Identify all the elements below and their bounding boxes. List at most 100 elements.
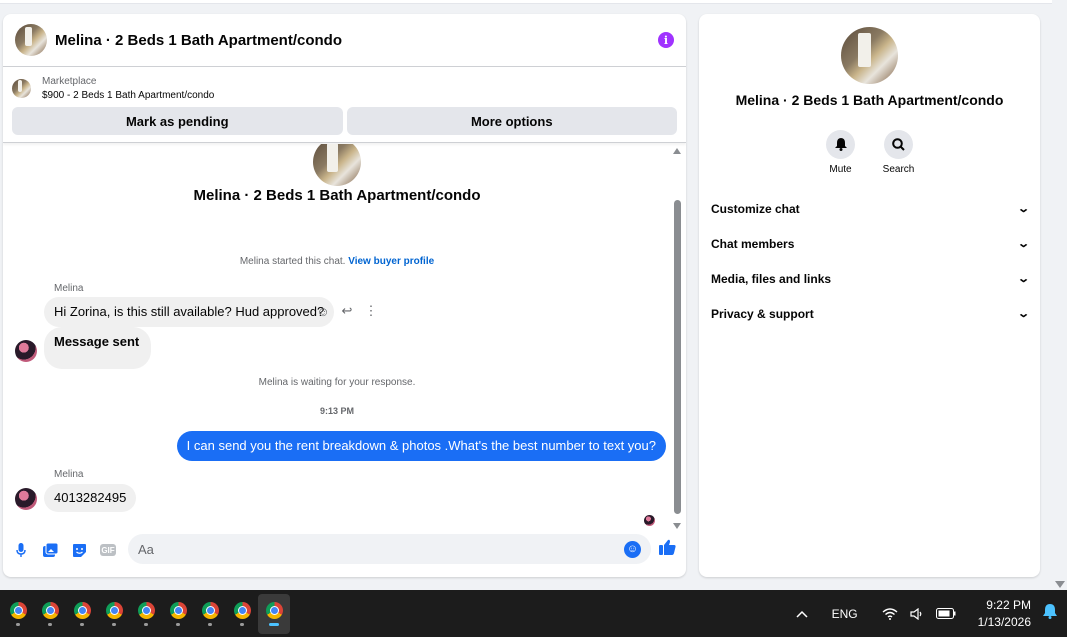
clock-time: 9:22 PM <box>986 598 1031 613</box>
waiting-notice: Melina is waiting for your response. <box>258 377 416 388</box>
chevron-down-icon: ⌄ <box>1016 273 1030 285</box>
marketplace-label: Marketplace <box>42 75 97 87</box>
running-indicator <box>48 622 52 626</box>
melina-avatar[interactable] <box>15 340 37 362</box>
search-icon[interactable] <box>884 130 913 159</box>
photo-icon[interactable] <box>42 542 58 558</box>
chrome-icon <box>41 601 59 619</box>
section-label: Privacy & support <box>711 306 814 321</box>
section-media-files-links[interactable]: Media, files and links ⌄ <box>699 261 1040 296</box>
taskbar: ENG 9:22 PM 1/13/2026 <box>0 590 1067 637</box>
chrome-icon <box>9 601 27 619</box>
taskbar-app-chrome[interactable] <box>258 593 290 634</box>
running-indicator <box>208 622 212 626</box>
intro-name: Melina · 2 Beds 1 Bath Apartment/condo <box>193 187 481 204</box>
sticker-icon[interactable] <box>71 542 87 558</box>
clock-date: 1/13/2026 <box>977 614 1031 629</box>
chat-scrollbar[interactable] <box>672 148 682 533</box>
thumbs-up-icon[interactable] <box>659 539 676 560</box>
chat-info-panel: Melina · 2 Beds 1 Bath Apartment/condo M… <box>699 14 1040 577</box>
incoming-message-bubble[interactable]: 4013282495 <box>44 484 137 512</box>
message-input-wrapper[interactable]: ☺ <box>128 534 651 564</box>
listing-avatar[interactable] <box>15 24 47 56</box>
more-icon[interactable]: ⋮ <box>364 303 378 318</box>
chrome-icon <box>201 601 219 619</box>
melina-avatar[interactable] <box>15 488 37 510</box>
marketplace-listing-text[interactable]: $900 - 2 Beds 1 Bath Apartment/condo <box>42 90 214 101</box>
chat-started-notice: Melina started this chat. View buyer pro… <box>3 256 671 267</box>
intro-avatar <box>313 144 361 186</box>
running-indicator <box>80 622 84 626</box>
message-thread[interactable]: Melina · 2 Beds 1 Bath Apartment/condo M… <box>3 144 686 537</box>
battery-icon[interactable] <box>935 608 956 619</box>
wifi-icon[interactable] <box>882 607 898 620</box>
taskbar-app-chrome[interactable] <box>194 594 226 634</box>
incoming-message-bubble[interactable]: Hi Zorina, is this still available? Hud … <box>44 297 335 327</box>
chat-header: Melina · 2 Beds 1 Bath Apartment/condo i <box>3 14 686 67</box>
outgoing-message-bubble[interactable]: I can send you the rent breakdown & phot… <box>176 431 666 461</box>
top-edge <box>0 0 1052 4</box>
microphone-icon[interactable] <box>13 542 29 558</box>
chevron-down-icon: ⌄ <box>1016 308 1030 320</box>
taskbar-app-chrome[interactable] <box>162 594 194 634</box>
info-icon[interactable]: i <box>658 32 674 48</box>
page-scrollbar[interactable] <box>1052 0 1067 590</box>
search-action[interactable]: Search <box>882 130 915 175</box>
message-composer: GIF ☺ <box>3 523 686 577</box>
chat-title[interactable]: Melina · 2 Beds 1 Bath Apartment/condo <box>55 32 658 49</box>
scroll-thumb[interactable] <box>674 200 681 514</box>
chevron-up-icon[interactable] <box>796 610 808 618</box>
bell-icon[interactable] <box>826 130 855 159</box>
info-sections: Customize chat ⌄ Chat members ⌄ Media, fil… <box>699 191 1040 331</box>
chrome-icon <box>169 601 187 619</box>
section-customize-chat[interactable]: Customize chat ⌄ <box>699 191 1040 226</box>
chat-panel: Melina · 2 Beds 1 Bath Apartment/condo i… <box>3 14 686 577</box>
chevron-down-icon: ⌄ <box>1016 203 1030 215</box>
incoming-message-bubble[interactable]: Message sent <box>44 327 152 369</box>
sender-name: Melina <box>54 469 84 480</box>
taskbar-app-chrome[interactable] <box>2 594 34 634</box>
gif-icon[interactable]: GIF <box>100 544 116 556</box>
notification-bell-icon[interactable] <box>1043 604 1057 623</box>
taskbar-app-chrome[interactable] <box>66 594 98 634</box>
emoji-icon[interactable]: ☺ <box>624 540 641 558</box>
running-indicator <box>144 622 148 626</box>
chrome-icon <box>265 601 283 619</box>
react-icon[interactable]: ☺ <box>316 304 330 319</box>
taskbar-apps <box>0 593 290 634</box>
mark-as-pending-button[interactable]: Mark as pending <box>12 107 343 135</box>
chrome-icon <box>73 601 91 619</box>
running-indicator <box>112 622 116 626</box>
message-input[interactable] <box>138 541 624 557</box>
chrome-icon <box>137 601 155 619</box>
system-tray: ENG 9:22 PM 1/13/2026 <box>788 590 1067 637</box>
section-chat-members[interactable]: Chat members ⌄ <box>699 226 1040 261</box>
sender-name: Melina <box>54 283 84 294</box>
chrome-icon <box>105 601 123 619</box>
taskbar-app-chrome[interactable] <box>34 594 66 634</box>
language-indicator[interactable]: ENG <box>832 607 858 621</box>
view-buyer-profile-link[interactable]: View buyer profile <box>348 256 434 267</box>
running-indicator <box>176 622 180 626</box>
running-indicator <box>240 622 244 626</box>
message-timestamp: 9:13 PM <box>319 406 354 416</box>
section-label: Customize chat <box>711 201 800 216</box>
scroll-up-arrow-icon[interactable] <box>673 148 681 154</box>
taskbar-app-chrome[interactable] <box>130 594 162 634</box>
mute-label: Mute <box>829 164 852 175</box>
marketplace-listing-thumbnail[interactable] <box>12 78 31 98</box>
running-indicator <box>16 622 20 626</box>
profile-name: Melina · 2 Beds 1 Bath Apartment/condo <box>735 92 1004 108</box>
taskbar-app-chrome[interactable] <box>98 594 130 634</box>
clock[interactable]: 9:22 PM 1/13/2026 <box>978 597 1031 629</box>
section-label: Chat members <box>711 236 795 251</box>
mute-action[interactable]: Mute <box>826 130 856 175</box>
volume-icon[interactable] <box>910 607 924 620</box>
taskbar-app-chrome[interactable] <box>226 594 258 634</box>
profile-avatar[interactable] <box>841 27 898 84</box>
reply-icon[interactable]: ↩ <box>340 303 354 318</box>
scroll-down-arrow-icon[interactable] <box>1055 581 1065 588</box>
search-label: Search <box>882 164 915 175</box>
section-privacy-support[interactable]: Privacy & support ⌄ <box>699 296 1040 331</box>
more-options-button[interactable]: More options <box>346 107 677 135</box>
